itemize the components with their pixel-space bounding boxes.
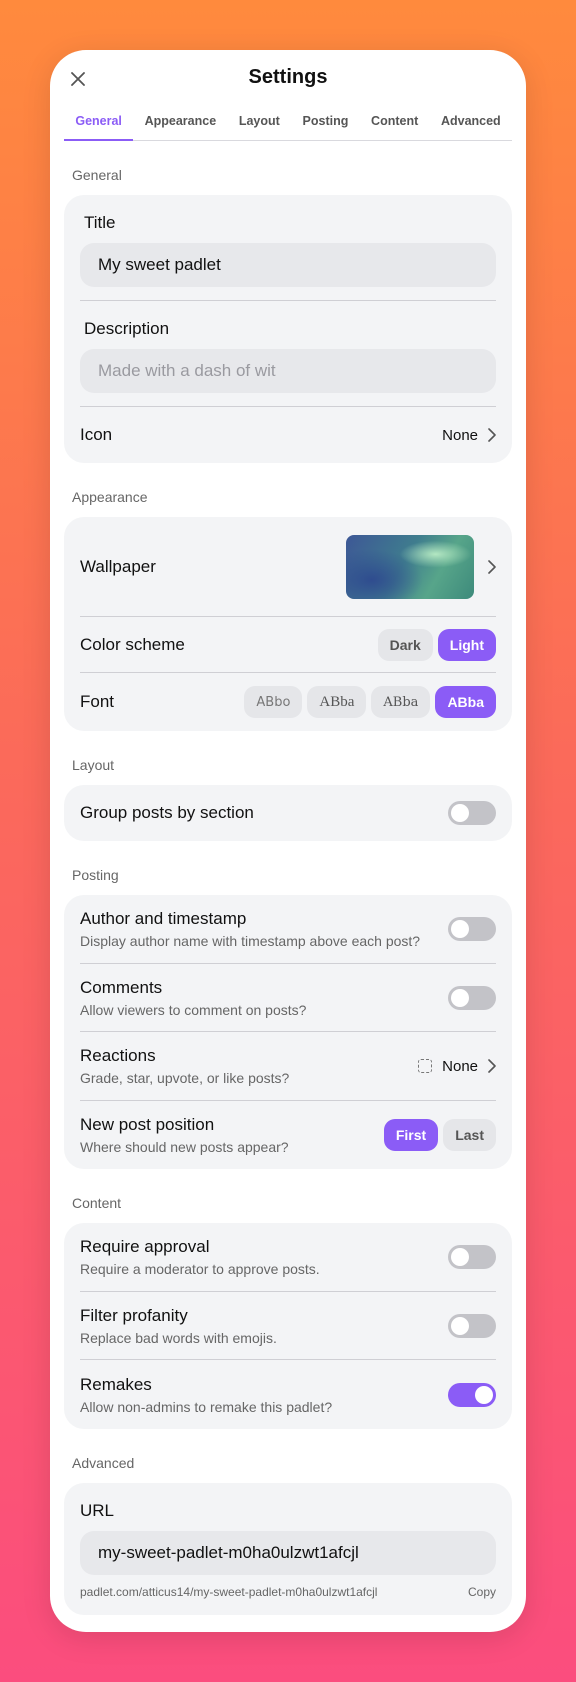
chevron-right-icon[interactable] <box>488 559 496 574</box>
new-post-position-row: New post position Where should new posts… <box>80 1101 496 1169</box>
wallpaper-label: Wallpaper <box>80 556 156 576</box>
new-post-position-text: New post position Where should new posts… <box>80 1115 289 1155</box>
settings-panel: Settings General Appearance Layout Posti… <box>50 50 526 1632</box>
color-scheme-light-button[interactable]: Light <box>437 628 496 661</box>
reactions-value-group: None <box>418 1058 496 1075</box>
require-approval-toggle[interactable] <box>448 1245 496 1269</box>
icon-value: None <box>442 426 478 444</box>
group-posts-toggle[interactable] <box>448 801 496 825</box>
icon-row[interactable]: Icon None <box>80 407 496 463</box>
layout-card: Group posts by section <box>64 785 512 841</box>
comments-sub: Allow viewers to comment on posts? <box>80 1001 307 1018</box>
remakes-toggle[interactable] <box>448 1382 496 1407</box>
title-label: Title <box>84 213 116 232</box>
author-timestamp-toggle[interactable] <box>448 917 496 941</box>
layout-section-label: Layout <box>72 757 115 773</box>
general-section-label: General <box>72 167 122 183</box>
color-scheme-switch: Dark Light <box>377 628 496 661</box>
icon-value-group: None <box>442 427 496 444</box>
tab-advanced[interactable]: Advanced <box>430 108 512 140</box>
font-row: Font ABbo ABba ABba ABba <box>80 673 496 731</box>
url-input[interactable] <box>80 1531 496 1575</box>
tab-bar: General Appearance Layout Posting Conten… <box>64 108 512 141</box>
filter-profanity-label: Filter profanity <box>80 1305 188 1325</box>
page-title: Settings <box>248 66 328 88</box>
advanced-card: URL padlet.com/atticus14/my-sweet-padlet… <box>64 1483 512 1615</box>
new-post-first-button[interactable]: First <box>383 1119 439 1151</box>
comments-label: Comments <box>80 977 163 997</box>
remakes-text: Remakes Allow non-admins to remake this … <box>80 1375 332 1415</box>
comments-text: Comments Allow viewers to comment on pos… <box>80 978 306 1018</box>
settings-header: Settings <box>50 50 526 108</box>
color-scheme-label: Color scheme <box>80 634 185 654</box>
require-approval-row: Require approval Require a moderator to … <box>80 1223 496 1292</box>
filter-profanity-toggle[interactable] <box>448 1313 496 1338</box>
advanced-section-label: Advanced <box>72 1455 135 1471</box>
group-posts-row: Group posts by section <box>80 785 496 841</box>
new-post-last-button[interactable]: Last <box>443 1119 496 1151</box>
font-option-4[interactable]: ABba <box>435 686 496 718</box>
remakes-row: Remakes Allow non-admins to remake this … <box>80 1360 496 1429</box>
appearance-card: Wallpaper Color scheme Dark Light Font A… <box>64 517 512 731</box>
url-footer: padlet.com/atticus14/my-sweet-padlet-m0h… <box>80 1575 496 1615</box>
font-option-3[interactable]: ABba <box>371 686 431 718</box>
icon-label: Icon <box>80 425 113 444</box>
filter-profanity-row: Filter profanity Replace bad words with … <box>80 1292 496 1360</box>
font-option-1[interactable]: ABbo <box>244 686 303 718</box>
posting-card: Author and timestamp Display author name… <box>64 895 512 1169</box>
new-post-position-label: New post position <box>80 1115 215 1134</box>
reactions-label: Reactions <box>80 1046 156 1065</box>
wallpaper-row[interactable]: Wallpaper <box>80 517 496 617</box>
content-section-label: Content <box>72 1195 122 1211</box>
reactions-row[interactable]: Reactions Grade, star, upvote, or like p… <box>80 1032 496 1101</box>
general-card: Title Description Icon None <box>64 195 512 463</box>
reactions-none-icon <box>418 1059 433 1073</box>
author-timestamp-sub: Display author name with timestamp above… <box>80 933 421 949</box>
full-url-text: padlet.com/atticus14/my-sweet-padlet-m0h… <box>80 1585 378 1599</box>
content-card: Require approval Require a moderator to … <box>64 1223 512 1429</box>
url-field-block: URL <box>80 1483 496 1575</box>
wallpaper-thumbnail[interactable] <box>346 534 474 599</box>
tab-content[interactable]: Content <box>360 108 430 140</box>
color-scheme-dark-button[interactable]: Dark <box>377 628 433 661</box>
comments-row: Comments Allow viewers to comment on pos… <box>80 964 496 1032</box>
remakes-sub: Allow non-admins to remake this padlet? <box>80 1398 333 1415</box>
font-option-2[interactable]: ABba <box>307 686 367 718</box>
new-post-position-sub: Where should new posts appear? <box>80 1139 289 1155</box>
filter-profanity-sub: Replace bad words with emojis. <box>80 1329 277 1346</box>
description-input[interactable] <box>80 349 496 393</box>
require-approval-text: Require approval Require a moderator to … <box>80 1237 320 1277</box>
description-field-block: Description <box>80 301 496 407</box>
font-switch: ABbo ABba ABba ABba <box>244 686 496 718</box>
require-approval-label: Require approval <box>80 1237 210 1256</box>
color-scheme-row: Color scheme Dark Light <box>80 617 496 673</box>
wallpaper-value-group <box>346 534 496 599</box>
require-approval-sub: Require a moderator to approve posts. <box>80 1261 320 1277</box>
reactions-value: None <box>442 1057 478 1075</box>
chevron-right-icon[interactable] <box>488 428 496 442</box>
comments-toggle[interactable] <box>448 985 496 1010</box>
tab-appearance[interactable]: Appearance <box>133 108 227 140</box>
group-posts-label: Group posts by section <box>80 803 254 822</box>
appearance-section-label: Appearance <box>72 489 148 505</box>
new-post-position-switch: First Last <box>383 1119 496 1151</box>
copy-url-button[interactable]: Copy <box>468 1585 496 1615</box>
author-timestamp-row: Author and timestamp Display author name… <box>80 895 496 964</box>
reactions-text: Reactions Grade, star, upvote, or like p… <box>80 1046 289 1086</box>
reactions-sub: Grade, star, upvote, or like posts? <box>80 1070 290 1086</box>
author-timestamp-text: Author and timestamp Display author name… <box>80 909 420 949</box>
title-field-block: Title <box>80 195 496 301</box>
tab-posting[interactable]: Posting <box>291 108 360 140</box>
url-label: URL <box>80 1501 115 1520</box>
tab-layout[interactable]: Layout <box>228 108 292 140</box>
title-input[interactable] <box>80 243 496 287</box>
filter-profanity-text: Filter profanity Replace bad words with … <box>80 1306 277 1346</box>
remakes-label: Remakes <box>80 1374 152 1394</box>
chevron-right-icon[interactable] <box>488 1059 496 1073</box>
font-label: Font <box>80 692 115 711</box>
description-label: Description <box>84 319 170 338</box>
posting-section-label: Posting <box>72 867 119 883</box>
tab-general[interactable]: General <box>64 108 134 141</box>
author-timestamp-label: Author and timestamp <box>80 909 247 928</box>
